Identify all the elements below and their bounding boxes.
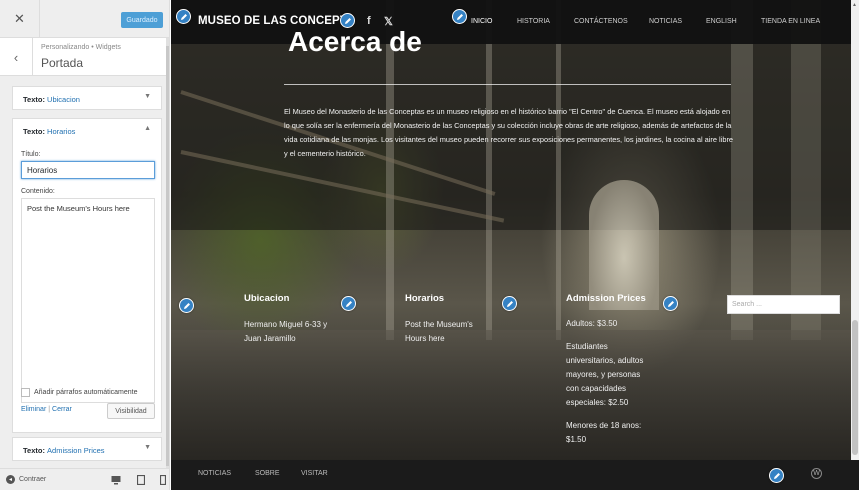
back-chevron-icon[interactable]: ‹ xyxy=(0,38,33,76)
title-label: Título: xyxy=(21,151,41,158)
nav-item-historia[interactable]: HISTORIA xyxy=(517,18,550,25)
preview-scrollbar[interactable]: ▲ xyxy=(851,0,859,460)
pencil-edit-icon[interactable] xyxy=(502,296,517,311)
visibility-button[interactable]: Visibilidad xyxy=(107,403,155,419)
delete-link[interactable]: Eliminar xyxy=(21,406,46,413)
widget-horarios-toggle[interactable]: Texto: Horarios ▲ xyxy=(12,118,162,142)
widget-label: Texto: Admission Prices xyxy=(23,446,105,455)
search-input[interactable]: Search ... xyxy=(727,295,840,314)
widget-title-admission: Admission Prices xyxy=(566,293,646,304)
collapse-icon: ◂ xyxy=(6,475,15,484)
auto-paragraph-checkbox[interactable] xyxy=(21,388,30,397)
widget-title-ubicacion: Ubicacion xyxy=(244,293,290,304)
site-navbar: MUSEO DE LAS CONCEPTA f 𝕏 INICIO HISTORI… xyxy=(171,0,851,44)
nav-item-english[interactable]: ENGLISH xyxy=(706,18,737,25)
widget-text-admission: Adultos: $3.50 Estudiantes universitario… xyxy=(566,319,644,444)
customizer-sidebar: ✕ Guardado ‹ Personalizando • Widgets Po… xyxy=(0,0,170,490)
about-paragraph: El Museo del Monasterio de las Conceptas… xyxy=(284,107,734,158)
widget-admission-toggle[interactable]: Texto: Admission Prices ▼ xyxy=(12,437,162,461)
footer-item-sobre[interactable]: SOBRE xyxy=(255,470,280,477)
chevron-down-icon: ▼ xyxy=(144,444,151,451)
widget-label: Texto: Horarios xyxy=(23,127,76,136)
tablet-icon[interactable] xyxy=(136,474,146,485)
widget-title-horarios: Horarios xyxy=(405,293,445,304)
footer-item-noticias[interactable]: NOTICIAS xyxy=(198,470,231,477)
customizer-footer: ◂ Contraer xyxy=(0,468,169,490)
page-title: Acerca de xyxy=(288,26,422,57)
content-textarea[interactable]: Post the Museum's Hours here xyxy=(21,198,155,403)
widget-horarios-form: Título: Horarios Contenido: Post the Mus… xyxy=(12,141,162,433)
pencil-edit-icon[interactable] xyxy=(341,296,356,311)
scroll-up-icon[interactable]: ▲ xyxy=(852,2,857,8)
pencil-edit-icon[interactable] xyxy=(452,9,467,24)
separator: | xyxy=(48,406,51,413)
breadcrumb: Personalizando • Widgets xyxy=(41,44,121,51)
sidebar-scrollbar[interactable] xyxy=(166,38,169,468)
collapse-button[interactable]: ◂ Contraer xyxy=(6,475,46,484)
widget-ubicacion-toggle[interactable]: Texto: Ubicacion ▼ xyxy=(12,86,162,110)
nav-item-tienda[interactable]: TIENDA EN LINEA xyxy=(761,18,820,25)
divider xyxy=(284,84,731,85)
content-label: Contenido: xyxy=(21,188,55,195)
chevron-down-icon: ▼ xyxy=(144,93,151,100)
background-photo xyxy=(171,0,859,490)
close-link[interactable]: Cerrar xyxy=(52,406,72,413)
collapse-label: Contraer xyxy=(19,476,47,483)
mobile-icon[interactable] xyxy=(158,474,168,485)
close-icon[interactable]: ✕ xyxy=(0,0,40,38)
footer-item-visitar[interactable]: VISITAR xyxy=(301,470,328,477)
site-preview: MUSEO DE LAS CONCEPTA f 𝕏 INICIO HISTORI… xyxy=(171,0,859,490)
nav-item-contactenos[interactable]: CONTÁCTENOS xyxy=(574,18,628,25)
section-title: Portada xyxy=(41,56,84,70)
auto-paragraph-label: Añadir párrafos automáticamente xyxy=(34,389,138,396)
customizer-header: ✕ Guardado xyxy=(0,0,169,38)
section-header: ‹ Personalizando • Widgets Portada xyxy=(0,38,169,76)
site-footer: NOTICIAS SOBRE VISITAR W xyxy=(171,460,859,490)
desktop-icon[interactable] xyxy=(111,474,121,485)
pencil-edit-icon[interactable] xyxy=(176,9,191,24)
widget-actions: Eliminar | Cerrar xyxy=(21,406,72,413)
pencil-edit-icon[interactable] xyxy=(769,468,784,483)
nav-item-inicio[interactable]: INICIO xyxy=(471,18,492,25)
widget-text-ubicacion: Hermano Miguel 6-33 y Juan Jaramillo xyxy=(244,320,328,343)
nav-item-noticias[interactable]: NOTICIAS xyxy=(649,18,682,25)
widget-label: Texto: Ubicacion xyxy=(23,95,80,104)
saved-button[interactable]: Guardado xyxy=(121,12,163,28)
chevron-up-icon: ▲ xyxy=(144,125,151,132)
pencil-edit-icon[interactable] xyxy=(179,298,194,313)
widget-text-horarios: Post the Museum's Hours here xyxy=(405,320,473,343)
title-input[interactable]: Horarios xyxy=(21,161,155,179)
pencil-edit-icon[interactable] xyxy=(663,296,678,311)
wordpress-icon[interactable]: W xyxy=(811,468,822,479)
